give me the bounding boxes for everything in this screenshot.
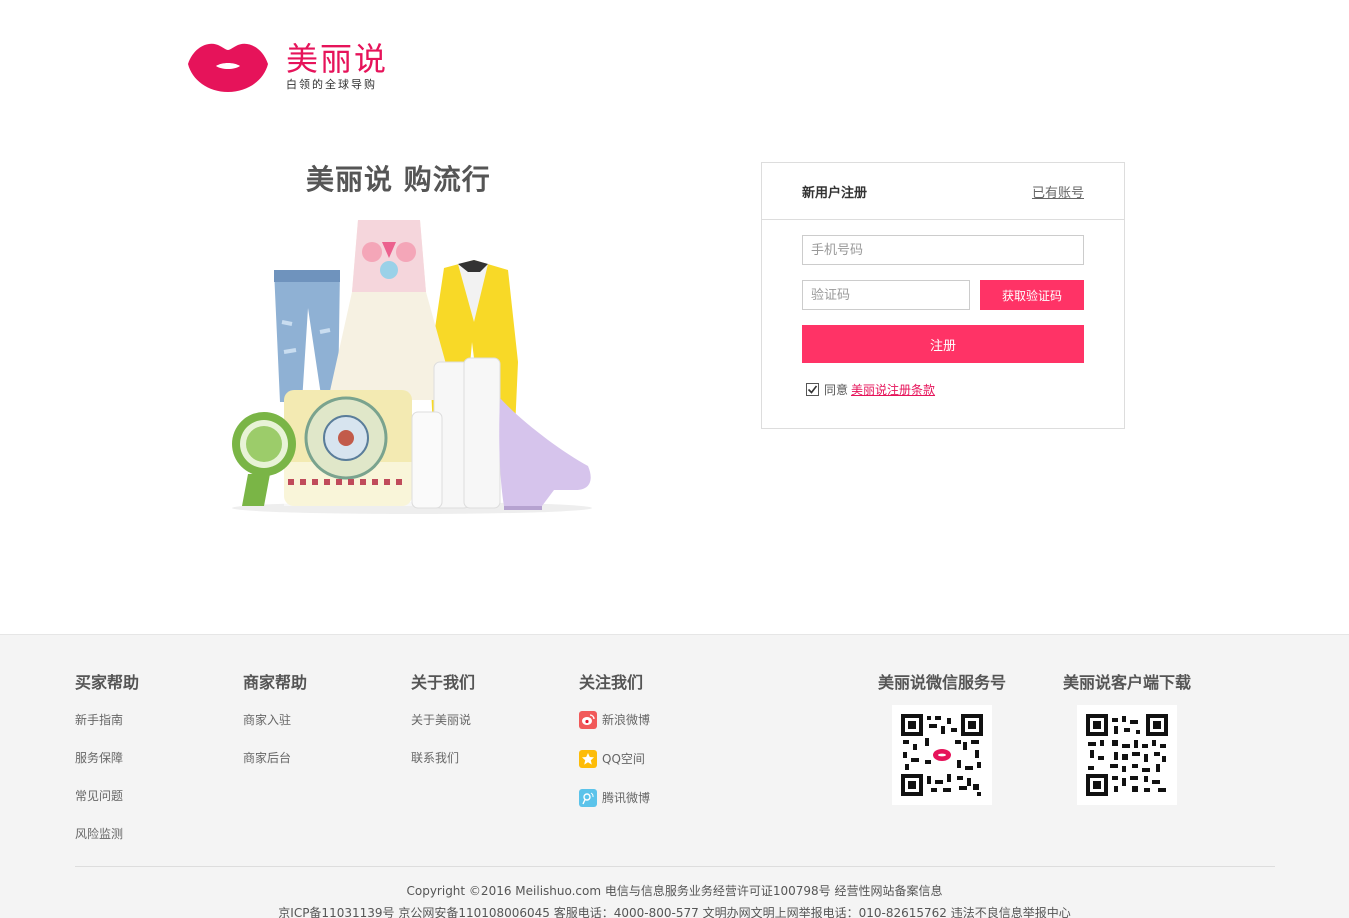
social-link-qzone[interactable]: QQ空间 <box>579 748 650 787</box>
footer-column-follow-us: 关注我们 新浪微博 QQ空间 腾讯微博 <box>579 669 650 826</box>
footer-column-title: 关于我们 <box>411 673 476 692</box>
copyright-line-2: 京ICP备11031139号 京公网安备110108006045 客服电话：40… <box>278 906 1071 918</box>
footer-column-title: 关注我们 <box>579 673 644 692</box>
get-code-button[interactable]: 获取验证码 <box>980 280 1084 310</box>
social-link-tencent-weibo[interactable]: 腾讯微博 <box>579 787 650 826</box>
qr-title: 美丽说微信服务号 <box>877 673 1006 692</box>
phone-input[interactable] <box>802 235 1084 265</box>
fashion-products-illustration <box>232 220 592 514</box>
agree-checkbox[interactable] <box>806 383 819 396</box>
social-link-label: QQ空间 <box>602 752 645 766</box>
social-link-label: 腾讯微博 <box>602 791 651 805</box>
wechat-qr-section: 美丽说微信服务号 <box>872 669 1012 805</box>
site-logo[interactable]: 美丽说 白领的全球导购 <box>186 40 388 92</box>
app-download-qr-section: 美丽说客户端下载 <box>1057 669 1197 805</box>
footer-link[interactable]: 商家入驻 <box>243 709 307 747</box>
footer-link[interactable]: 联系我们 <box>411 747 475 785</box>
footer-column-merchant-help: 商家帮助 商家入驻 商家后台 <box>243 669 307 785</box>
terms-agreement: 同意 美丽说注册条款 <box>806 381 935 398</box>
register-header: 新用户注册 已有账号 <box>762 163 1124 220</box>
qzone-icon <box>579 750 597 768</box>
tencent-weibo-icon <box>579 789 597 807</box>
terms-link[interactable]: 美丽说注册条款 <box>851 381 935 398</box>
footer-column-title: 商家帮助 <box>243 673 308 692</box>
footer-column-title: 买家帮助 <box>75 673 140 692</box>
footer-link[interactable]: 风险监测 <box>75 823 139 861</box>
footer-link[interactable]: 新手指南 <box>75 709 139 747</box>
footer-divider <box>75 866 1275 867</box>
footer-link[interactable]: 关于美丽说 <box>411 709 475 747</box>
site-footer: 买家帮助 新手指南 服务保障 常见问题 风险监测 商家帮助 商家入驻 商家后台 … <box>0 634 1349 918</box>
footer-link[interactable]: 服务保障 <box>75 747 139 785</box>
qr-code-icon <box>901 714 983 796</box>
wechat-qr-code <box>892 705 992 805</box>
footer-column-about-us: 关于我们 关于美丽说 联系我们 <box>411 669 475 785</box>
brand-tagline: 白领的全球导购 <box>286 78 377 91</box>
checkmark-icon <box>807 385 818 394</box>
social-link-label: 新浪微博 <box>602 713 651 727</box>
qr-title: 美丽说客户端下载 <box>1062 673 1191 692</box>
copyright-line-1: Copyright ©2016 Meilishuo.com 电信与信息服务业务经… <box>406 884 943 898</box>
footer-link[interactable]: 常见问题 <box>75 785 139 823</box>
have-account-link[interactable]: 已有账号 <box>1032 182 1084 201</box>
agree-label: 同意 <box>824 383 849 397</box>
footer-column-buyer-help: 买家帮助 新手指南 服务保障 常见问题 风险监测 <box>75 669 139 861</box>
social-link-weibo[interactable]: 新浪微博 <box>579 709 650 748</box>
promo-title: 美丽说 购流行 <box>306 163 491 196</box>
verification-code-input[interactable] <box>802 280 970 310</box>
register-button[interactable]: 注册 <box>802 325 1084 363</box>
app-download-qr-code <box>1077 705 1177 805</box>
weibo-icon <box>579 711 597 729</box>
brand-name: 美丽说 <box>286 40 389 78</box>
footer-link[interactable]: 商家后台 <box>243 747 307 785</box>
qr-code-icon <box>1086 714 1168 796</box>
register-page: 美丽说 白领的全球导购 美丽说 购流行 新用户注册 已有账号 手机号码 验证码 … <box>0 0 1349 918</box>
register-panel: 新用户注册 已有账号 获取验证码 注册 同意 美丽说注册条款 <box>761 162 1125 429</box>
register-title: 新用户注册 <box>802 185 868 201</box>
lips-logo-icon <box>188 43 268 92</box>
